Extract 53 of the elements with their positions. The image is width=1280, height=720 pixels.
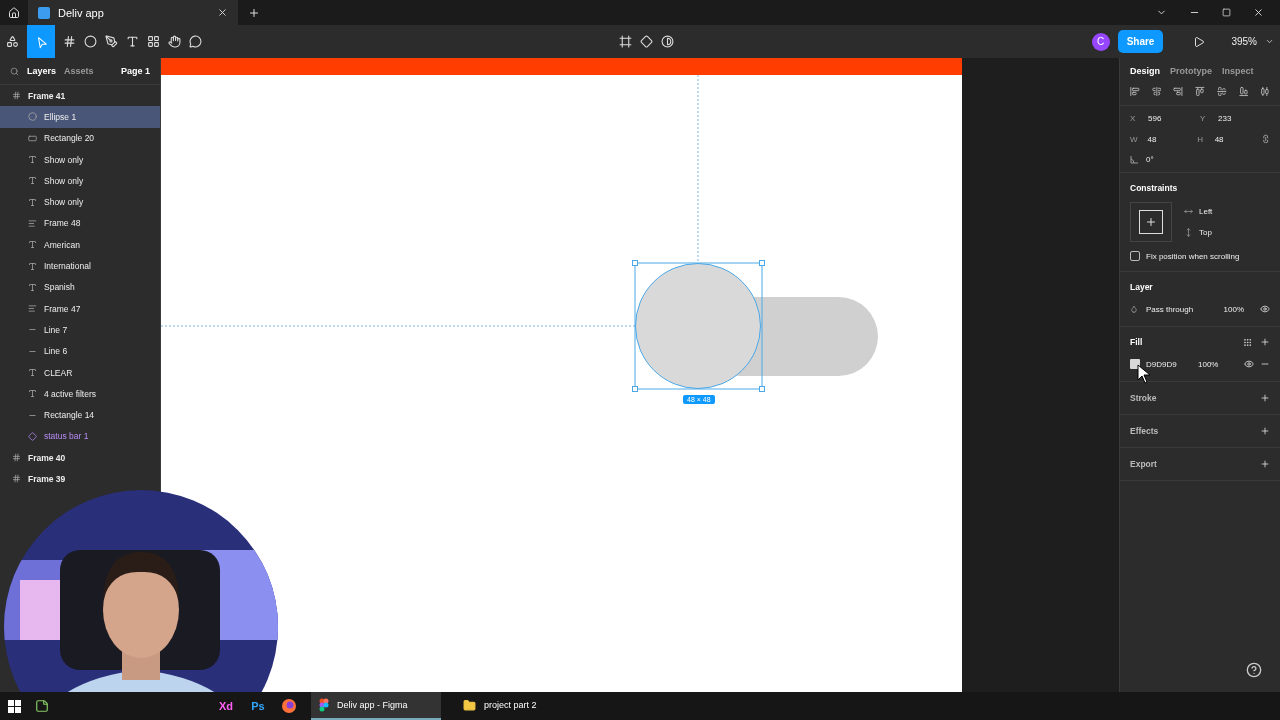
taskbar-window[interactable]: Deliv app - Figma: [311, 692, 441, 720]
layer-item[interactable]: Frame 39: [0, 468, 74, 490]
layer-item[interactable]: Show only: [0, 191, 92, 213]
field-label: X: [1130, 114, 1137, 123]
layer-item[interactable]: status bar 1: [0, 425, 97, 448]
field-label: Y: [1200, 114, 1207, 123]
layer-item[interactable]: Ellipse 1: [0, 106, 160, 128]
layer-item[interactable]: Line 6: [0, 340, 76, 362]
taskbar-window[interactable]: project part 2: [455, 692, 585, 720]
layer-item[interactable]: Frame 47: [0, 297, 89, 320]
layer-item[interactable]: Rectangle 20: [0, 127, 103, 149]
layer-item[interactable]: 4 active filters: [0, 383, 104, 405]
horizontal-dropdown[interactable]: Left: [1199, 207, 1213, 216]
layer-item[interactable]: Frame 48: [0, 212, 89, 235]
app-icon[interactable]: Xd: [217, 700, 235, 712]
field-label: H: [1197, 134, 1204, 144]
section-title: Constraints: [1130, 183, 1179, 193]
height-field[interactable]: 48: [1214, 134, 1253, 144]
panel-tab[interactable]: Assets: [64, 66, 94, 76]
rotation-field[interactable]: 0°: [1146, 155, 1154, 164]
layer-item[interactable]: CLEAR: [0, 361, 81, 384]
layer-item[interactable]: American: [0, 234, 88, 256]
layer-item[interactable]: Show only: [0, 170, 92, 192]
opacity-field[interactable]: 100%: [1198, 359, 1219, 369]
width-field[interactable]: 48: [1147, 134, 1190, 144]
file-tab[interactable]: Deliv app: [28, 0, 238, 25]
layer-item[interactable]: Rectangle 14: [0, 404, 103, 426]
opacity-field[interactable]: 100%: [1223, 304, 1245, 314]
layer-item[interactable]: Frame 40: [0, 447, 74, 469]
layer-item[interactable]: Frame 41: [0, 85, 74, 107]
user-avatar[interactable]: C: [1091, 32, 1110, 51]
panel-tab[interactable]: Inspect: [1222, 66, 1254, 76]
panel-tab[interactable]: Layers: [27, 66, 57, 76]
zoom-level[interactable]: 395%: [1231, 36, 1257, 47]
field-label: W: [1130, 134, 1139, 144]
layer-item[interactable]: Spanish: [0, 276, 83, 298]
page-selector[interactable]: Page 1: [120, 66, 150, 76]
vertical-dropdown[interactable]: Top: [1199, 228, 1212, 237]
section-title[interactable]: Export: [1130, 459, 1157, 469]
app-icon[interactable]: Ps: [249, 700, 267, 712]
section-title[interactable]: Stroke: [1130, 393, 1157, 403]
section-title: Fill: [1130, 337, 1143, 347]
panel-tab[interactable]: Design: [1130, 66, 1160, 76]
section-title[interactable]: Effects: [1130, 426, 1159, 436]
checkbox-label: Fix position when scrolling: [1146, 251, 1240, 261]
layer-item[interactable]: International: [0, 255, 99, 277]
y-field[interactable]: 233: [1218, 114, 1232, 123]
x-field[interactable]: 596: [1148, 114, 1192, 123]
blend-dropdown[interactable]: Pass through: [1145, 304, 1216, 314]
section-title: Layer: [1130, 282, 1154, 292]
panel-tab[interactable]: Prototype: [1170, 66, 1213, 76]
layer-item[interactable]: Line 7: [0, 319, 76, 341]
layer-item[interactable]: Show only: [0, 148, 92, 171]
